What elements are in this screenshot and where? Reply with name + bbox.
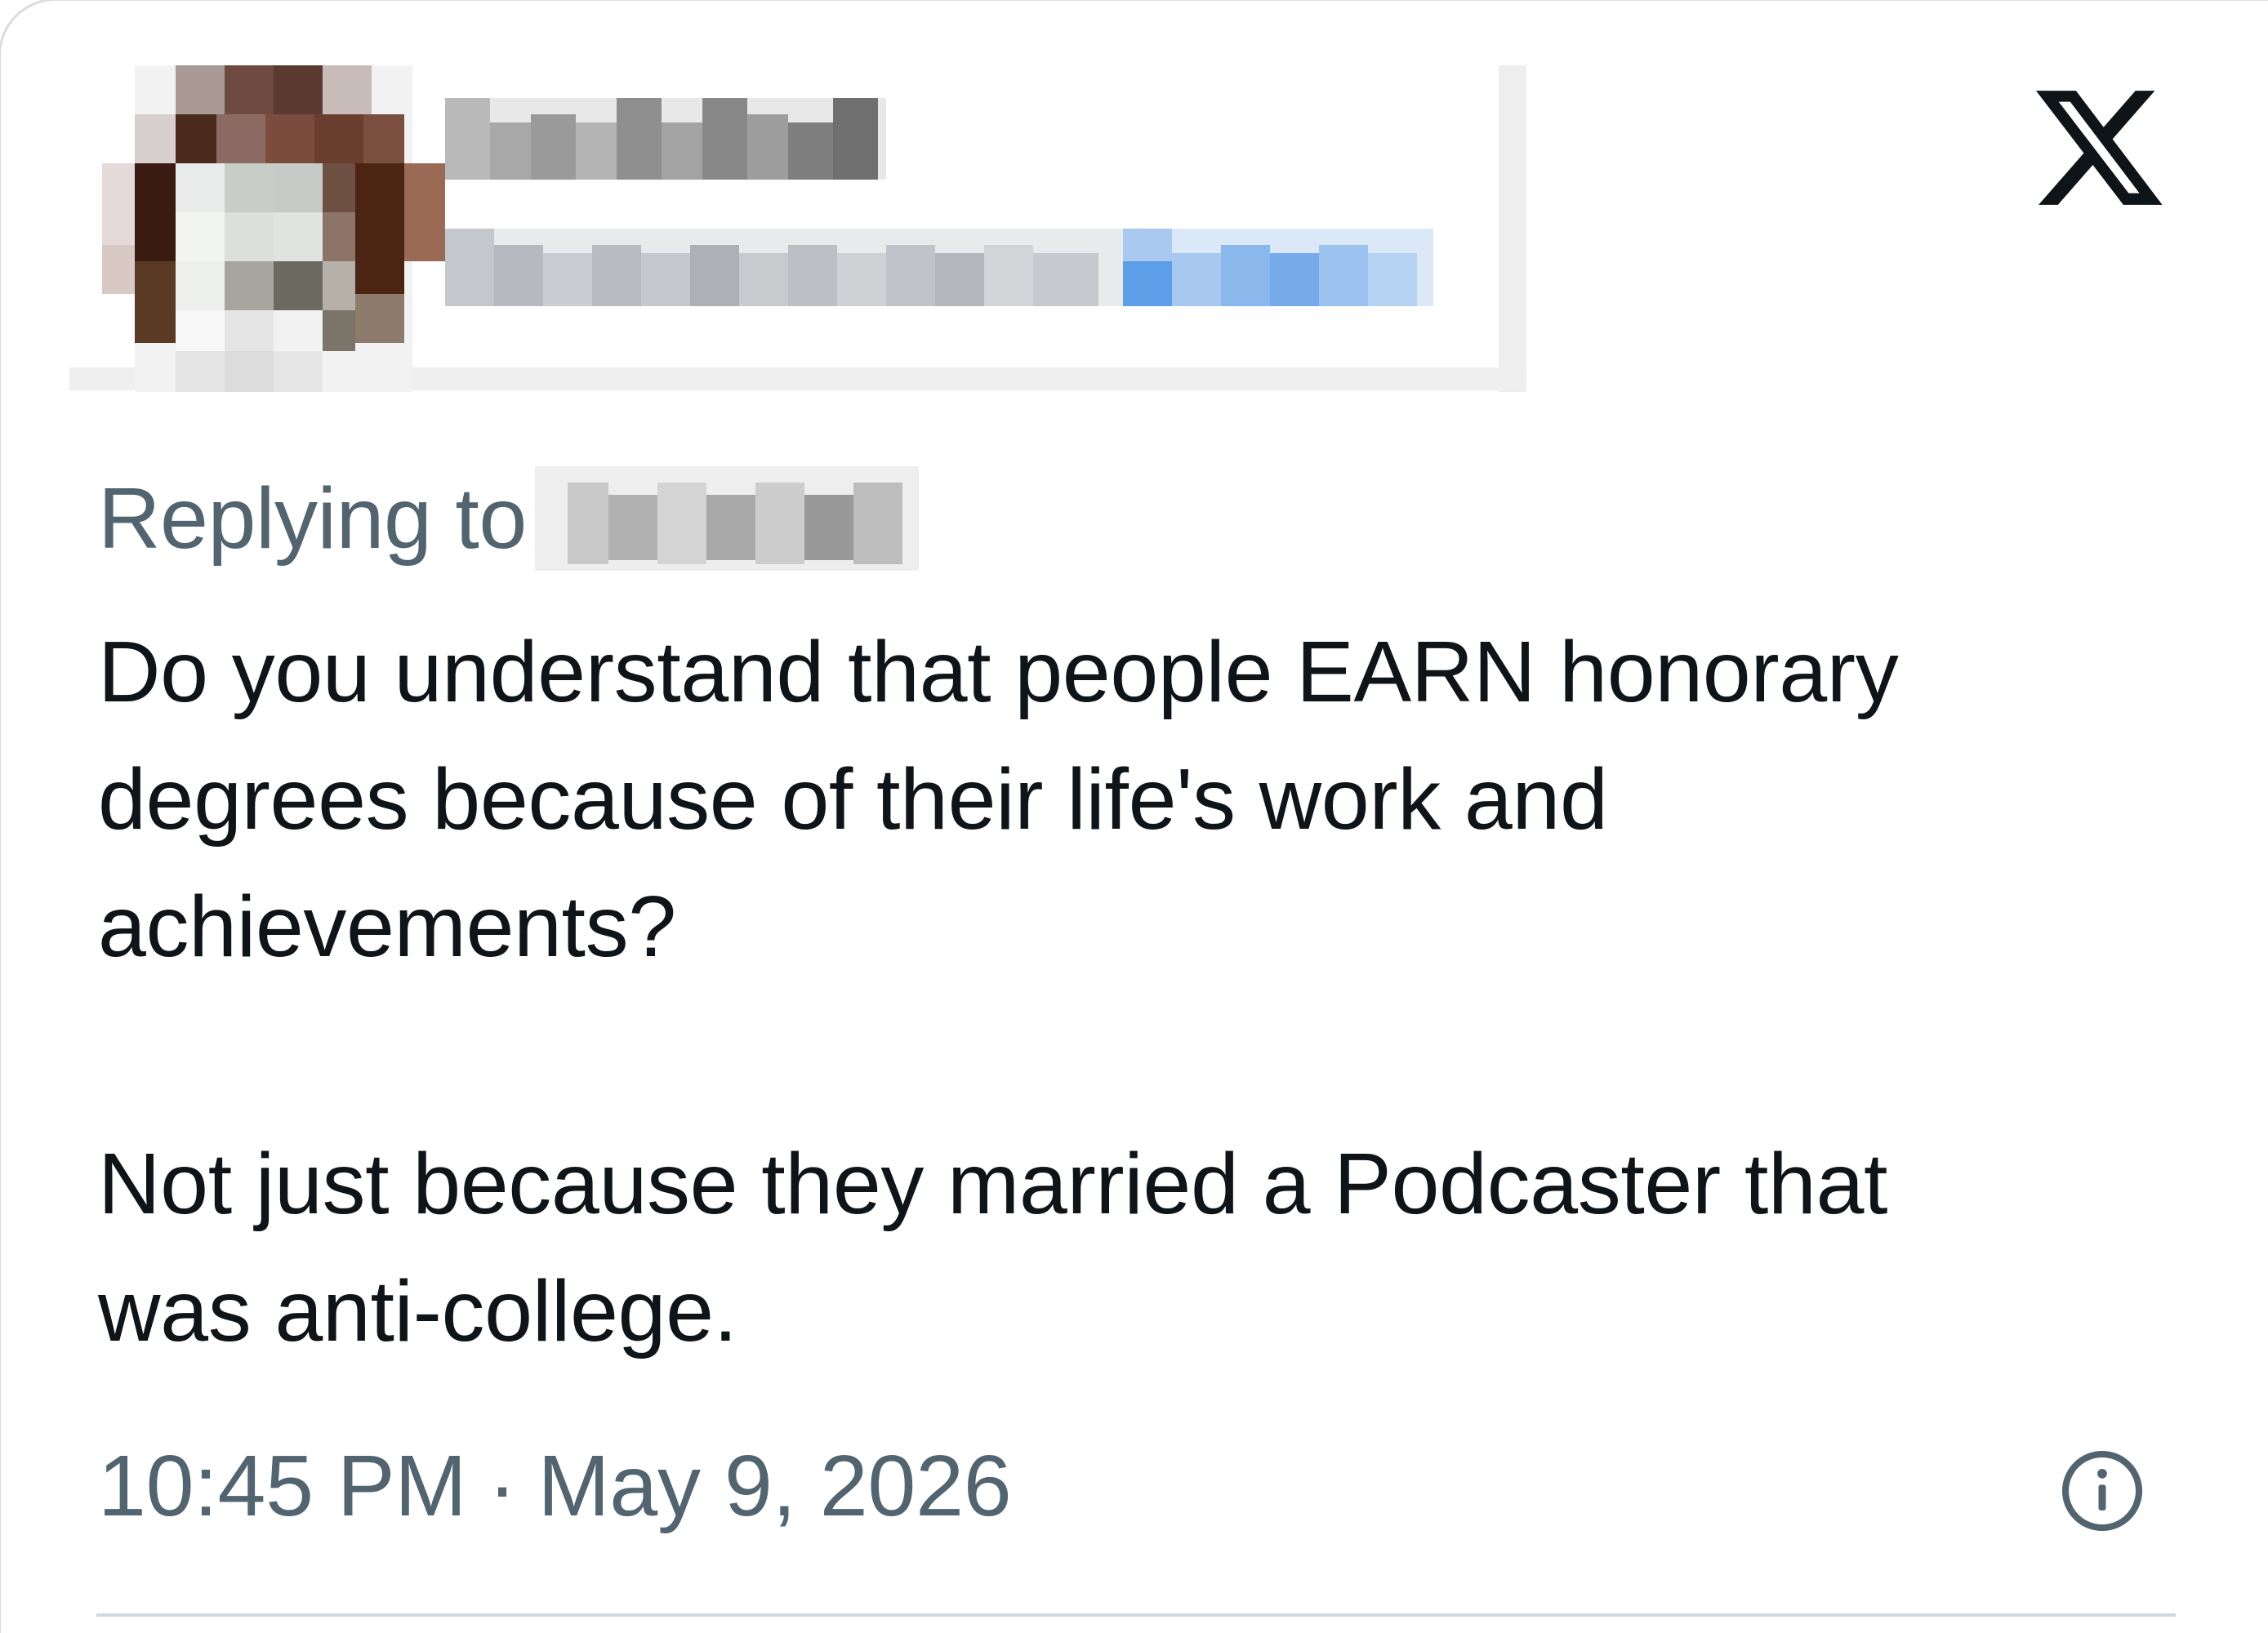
redacted-follow-link[interactable] xyxy=(1123,229,1433,306)
avatar[interactable] xyxy=(102,65,445,392)
redacted-author-header[interactable] xyxy=(69,65,1527,392)
tweet-line: achievements? xyxy=(98,879,676,975)
redacted-handle[interactable] xyxy=(445,229,1164,306)
tweet-time: 10:45 PM xyxy=(98,1437,467,1534)
tweet-line: Not just because they married a Podcaste… xyxy=(98,1136,1888,1232)
redacted-display-name[interactable] xyxy=(445,98,886,180)
tweet-line: Do you understand that people EARN honor… xyxy=(98,624,1899,720)
tweet-line: was anti-college. xyxy=(98,1263,737,1359)
tweet-text-second-paragraph: Not just because they married a Podcaste… xyxy=(98,1120,2205,1375)
bottom-divider xyxy=(96,1613,2176,1617)
tweet-timestamp[interactable]: 10:45 PM · May 9, 2026 xyxy=(98,1437,1012,1535)
info-icon[interactable] xyxy=(2058,1447,2146,1535)
replying-to-line: Replying to xyxy=(98,466,919,571)
tweet-card: Replying to Do you understand that peopl… xyxy=(0,0,2268,1633)
redacted-reply-handle[interactable] xyxy=(534,466,919,571)
meta-separator: · xyxy=(488,1437,517,1534)
tweet-text: Do you understand that people EARN honor… xyxy=(98,608,2205,990)
x-logo-icon[interactable] xyxy=(2025,78,2172,218)
tweet-line: degrees because of their life's work and xyxy=(98,751,1608,848)
replying-to-label: Replying to xyxy=(98,469,527,567)
tweet-date: May 9, 2026 xyxy=(537,1437,1012,1534)
